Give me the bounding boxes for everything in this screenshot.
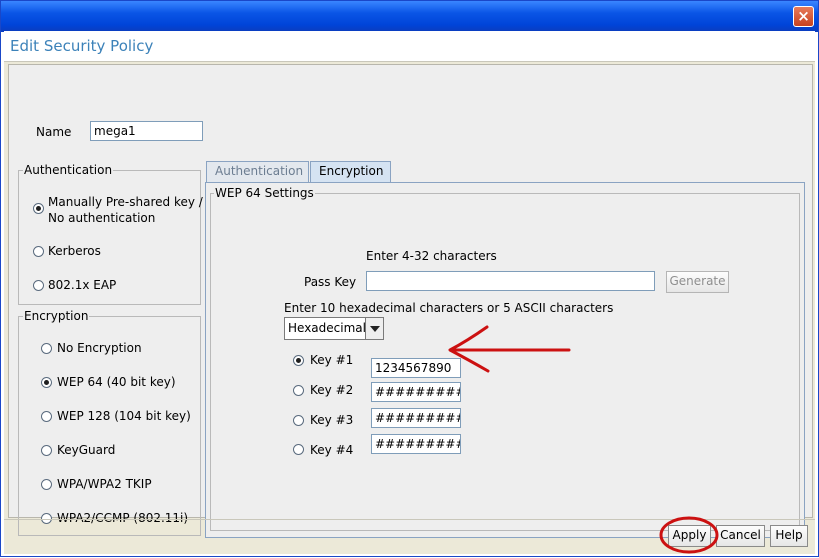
cancel-button[interactable]: Cancel	[716, 525, 765, 547]
enc-wep128-label: WEP 128 (104 bit key)	[57, 409, 191, 423]
encryption-group: Encryption No Encryption WEP 64 (40 bit …	[18, 309, 201, 536]
encryption-group-title: Encryption	[23, 309, 90, 323]
key-hint: Enter 10 hexadecimal characters or 5 ASC…	[284, 301, 614, 315]
passkey-hint: Enter 4-32 characters	[366, 249, 497, 263]
key2-radio[interactable]	[293, 385, 304, 396]
auth-kerberos-label: Kerberos	[48, 244, 101, 258]
key-format-select[interactable]: Hexadecimal	[284, 317, 384, 340]
key1-radio[interactable]	[293, 355, 304, 366]
key-format-selected: Hexadecimal	[288, 321, 366, 335]
dialog-client: Edit Security Policy Name mega1 Authenti…	[4, 31, 815, 554]
wep64-settings-group: WEP 64 Settings Enter 4-32 characters Pa…	[210, 186, 800, 531]
key4-radio[interactable]	[293, 444, 304, 455]
enc-wep64-label: WEP 64 (40 bit key)	[57, 375, 176, 389]
key1-input[interactable]: 1234567890	[371, 358, 461, 378]
name-input[interactable]: mega1	[90, 121, 203, 141]
key3-radio[interactable]	[293, 415, 304, 426]
enc-keyguard-label: KeyGuard	[57, 443, 116, 457]
enc-none-radio[interactable]	[41, 343, 52, 354]
apply-button[interactable]: Apply	[668, 525, 711, 547]
chevron-down-icon[interactable]	[365, 318, 383, 339]
auth-preshared-label-line2: No authentication	[48, 211, 156, 225]
key3-label: Key #3	[310, 413, 354, 427]
auth-preshared-radio[interactable]	[33, 203, 44, 214]
wep64-settings-title: WEP 64 Settings	[214, 186, 315, 200]
enc-wep128-radio[interactable]	[41, 411, 52, 422]
close-button[interactable]: ×	[793, 6, 814, 27]
auth-8021x-radio[interactable]	[33, 280, 44, 291]
encryption-tab-panel: WEP 64 Settings Enter 4-32 characters Pa…	[205, 182, 805, 538]
enc-wep64-radio[interactable]	[41, 377, 52, 388]
dialog-window: × Edit Security Policy Name mega1 Authen…	[0, 0, 819, 557]
enc-wpa-tkip-radio[interactable]	[41, 479, 52, 490]
close-icon: ×	[797, 7, 810, 25]
key4-input[interactable]: ##########	[371, 434, 461, 454]
key2-input[interactable]: ##########	[371, 382, 461, 402]
help-button[interactable]: Help	[770, 525, 808, 547]
generate-button[interactable]: Generate	[666, 271, 729, 293]
dialog-title: Edit Security Policy	[10, 37, 154, 55]
auth-8021x-label: 802.1x EAP	[48, 278, 117, 292]
enc-none-label: No Encryption	[57, 341, 142, 355]
auth-preshared-label: Manually Pre-shared key /	[48, 195, 203, 209]
main-area: Name mega1 Authentication Manually Pre-s…	[8, 64, 813, 538]
authentication-group: Authentication Manually Pre-shared key /…	[18, 163, 203, 305]
auth-kerberos-radio[interactable]	[33, 246, 44, 257]
passkey-input[interactable]	[366, 271, 655, 291]
passkey-label: Pass Key	[304, 275, 357, 289]
title-bar[interactable]: ×	[1, 1, 818, 32]
authentication-group-title: Authentication	[23, 163, 114, 177]
key1-label: Key #1	[310, 353, 354, 367]
tab-encryption[interactable]: Encryption	[310, 161, 391, 182]
name-label: Name	[36, 125, 72, 139]
tab-authentication[interactable]: Authentication	[206, 161, 309, 182]
header-band: Edit Security Policy	[4, 31, 815, 62]
enc-wpa2-ccmp-label: WPA2/CCMP (802.11i)	[57, 511, 189, 525]
button-bar-separator	[4, 519, 815, 520]
key2-label: Key #2	[310, 383, 354, 397]
key3-input[interactable]: ##########	[371, 408, 461, 428]
key4-label: Key #4	[310, 443, 354, 457]
enc-keyguard-radio[interactable]	[41, 445, 52, 456]
enc-wpa-tkip-label: WPA/WPA2 TKIP	[57, 477, 152, 491]
